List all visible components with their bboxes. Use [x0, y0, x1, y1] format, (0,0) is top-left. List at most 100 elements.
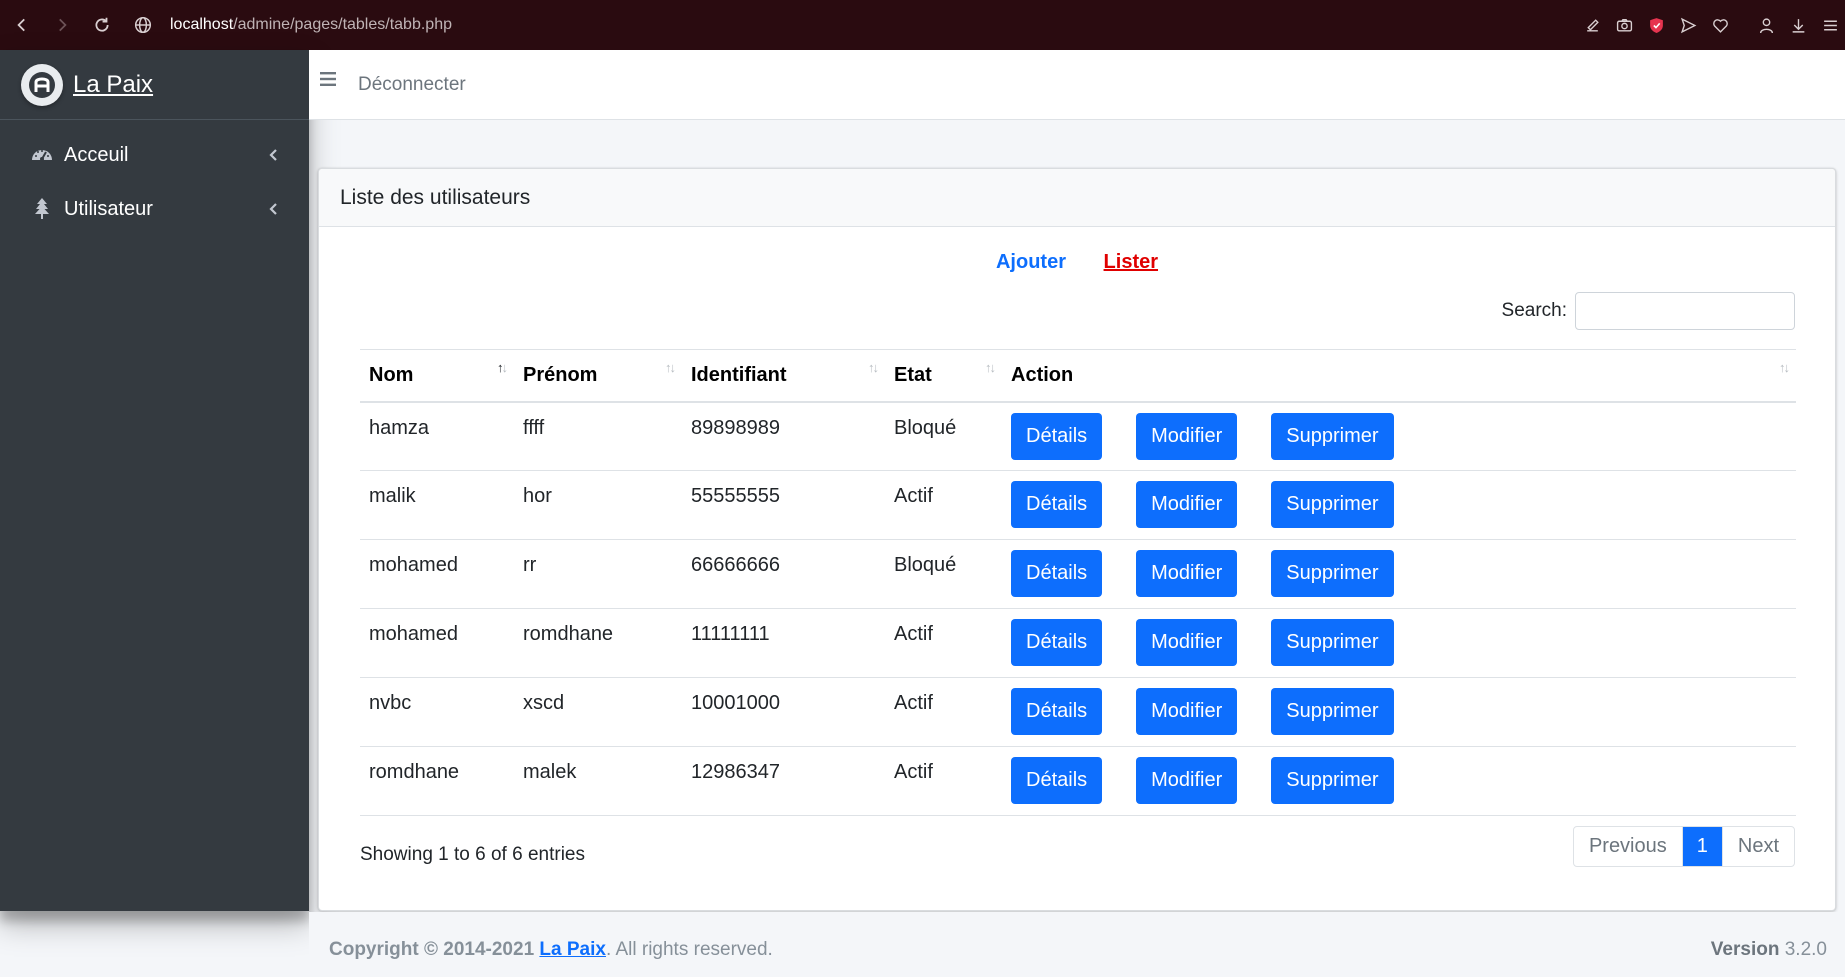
search-input[interactable]: [1575, 292, 1795, 330]
cell-nom: mohamed: [360, 539, 514, 609]
modifier-button[interactable]: Modifier: [1136, 481, 1238, 528]
table-row: malik hor 55555555 Actif Détails Modifier…: [360, 470, 1796, 540]
sidebar-menu: Acceuil Utilisateur: [0, 120, 309, 236]
cell-identifiant: 12986347: [682, 746, 885, 816]
supprimer-button[interactable]: Supprimer: [1271, 757, 1394, 804]
version-label: Version: [1710, 939, 1780, 960]
footer-brand-link[interactable]: La Paix: [539, 939, 606, 960]
send-icon[interactable]: [1679, 16, 1697, 34]
cell-prenom: ffff: [514, 401, 682, 471]
chevron-left-icon: [269, 203, 277, 215]
cell-etat: Bloqué: [885, 401, 1002, 471]
details-button[interactable]: Détails: [1011, 757, 1103, 804]
previous-button[interactable]: Previous: [1574, 827, 1683, 866]
add-link[interactable]: Ajouter: [996, 251, 1066, 274]
globe-icon: [134, 16, 152, 34]
footer: Copyright © 2014-2021 La Paix. All right…: [309, 912, 1845, 977]
sort-icon: ↑↓: [665, 360, 676, 375]
details-button[interactable]: Détails: [1011, 481, 1103, 528]
table-row: nvbc xscd 10001000 Actif Détails Modifier…: [360, 677, 1796, 747]
brand-text[interactable]: La Paix: [73, 71, 153, 99]
forward-icon[interactable]: [44, 7, 80, 43]
chevron-left-icon: [269, 149, 277, 161]
edit-icon[interactable]: [1583, 16, 1601, 34]
supprimer-button[interactable]: Supprimer: [1271, 412, 1394, 460]
details-button[interactable]: Détails: [1011, 619, 1103, 666]
modifier-button[interactable]: Modifier: [1136, 757, 1238, 804]
sort-icon: ↑↓: [1779, 360, 1790, 375]
cell-actions: Détails Modifier Supprimer: [1002, 608, 1796, 678]
tachometer-icon: [30, 143, 54, 167]
cell-prenom: xscd: [514, 677, 682, 747]
sidebar-item-acceuil[interactable]: Acceuil: [0, 128, 309, 182]
cell-actions: Détails Modifier Supprimer: [1002, 401, 1796, 471]
cell-etat: Actif: [885, 677, 1002, 747]
details-button[interactable]: Détails: [1011, 550, 1103, 597]
supprimer-button[interactable]: Supprimer: [1271, 481, 1394, 528]
cell-nom: hamza: [360, 401, 514, 471]
table-info: Showing 1 to 6 of 6 entries: [360, 844, 585, 865]
modifier-button[interactable]: Modifier: [1136, 412, 1238, 460]
search-label: Search:: [1501, 300, 1567, 321]
menu-icon[interactable]: [1821, 16, 1839, 34]
column-header-etat[interactable]: Etat ↑↓: [885, 349, 1002, 403]
cell-nom: malik: [360, 470, 514, 540]
column-header-identifiant[interactable]: Identifiant ↑↓: [682, 349, 885, 403]
supprimer-button[interactable]: Supprimer: [1271, 688, 1394, 735]
cell-nom: nvbc: [360, 677, 514, 747]
cell-nom: romdhane: [360, 746, 514, 816]
download-icon[interactable]: [1789, 16, 1807, 34]
pagination: Previous 1 Next: [1572, 826, 1795, 867]
supprimer-button[interactable]: Supprimer: [1271, 619, 1394, 666]
brand-logo-icon: [21, 63, 63, 106]
column-header-action[interactable]: Action ↑↓: [1002, 349, 1796, 403]
tree-icon: [30, 197, 54, 221]
next-button[interactable]: Next: [1721, 827, 1794, 866]
url-path: /admine/pages/tables/tabb.php: [233, 16, 452, 33]
modifier-button[interactable]: Modifier: [1136, 550, 1238, 597]
sidebar: La Paix Acceuil Utilisateur: [0, 50, 309, 911]
column-header-prenom[interactable]: Prénom ↑↓: [514, 349, 682, 403]
sidebar-item-utilisateur[interactable]: Utilisateur: [0, 182, 309, 236]
table-row: romdhane malek 12986347 Actif Détails Mod…: [360, 746, 1796, 816]
table-row: mohamed romdhane 11111111 Actif Détails M…: [360, 608, 1796, 678]
url-host: localhost: [170, 16, 234, 33]
details-button[interactable]: Détails: [1011, 688, 1103, 735]
cell-prenom: romdhane: [514, 608, 682, 678]
cell-prenom: hor: [514, 470, 682, 540]
sidebar-item-label: Utilisateur: [64, 197, 153, 220]
rights-text: . All rights reserved.: [605, 939, 773, 960]
sort-icon: ↑↓: [868, 360, 879, 375]
search-box: Search:: [1502, 292, 1795, 330]
reload-icon[interactable]: [84, 7, 120, 43]
cell-nom: mohamed: [360, 608, 514, 678]
cell-actions: Détails Modifier Supprimer: [1002, 539, 1796, 609]
supprimer-button[interactable]: Supprimer: [1271, 550, 1394, 597]
table-header-row: Nom ↑↓ Prénom ↑↓ Identifiant ↑↓ Etat ↑↓ Acti…: [360, 349, 1796, 403]
details-button[interactable]: Détails: [1011, 412, 1103, 460]
camera-icon[interactable]: [1615, 16, 1633, 34]
cell-prenom: malek: [514, 746, 682, 816]
brand-link[interactable]: La Paix: [0, 50, 309, 120]
modifier-button[interactable]: Modifier: [1136, 619, 1238, 666]
cell-identifiant: 11111111: [682, 608, 885, 678]
user-icon[interactable]: [1757, 16, 1775, 34]
address-bar[interactable]: localhost/admine/pages/tables/tabb.php: [134, 16, 452, 34]
shield-icon[interactable]: [1647, 16, 1665, 34]
version-info: Version 3.2.0: [1711, 939, 1827, 961]
sidebar-item-label: Acceuil: [64, 143, 129, 166]
cell-etat: Actif: [885, 608, 1002, 678]
cell-etat: Bloqué: [885, 539, 1002, 609]
column-header-nom[interactable]: Nom ↑↓: [360, 349, 514, 403]
hamburger-icon[interactable]: [318, 70, 338, 88]
heart-icon[interactable]: [1711, 16, 1729, 34]
cell-prenom: rr: [514, 539, 682, 609]
cell-identifiant: 55555555: [682, 470, 885, 540]
page-1-button[interactable]: 1: [1682, 827, 1722, 866]
cell-actions: Détails Modifier Supprimer: [1002, 677, 1796, 747]
cell-identifiant: 10001000: [682, 677, 885, 747]
back-icon[interactable]: [4, 7, 40, 43]
logout-link[interactable]: Déconnecter: [358, 74, 466, 96]
list-link[interactable]: Lister: [1104, 251, 1158, 274]
modifier-button[interactable]: Modifier: [1136, 688, 1238, 735]
